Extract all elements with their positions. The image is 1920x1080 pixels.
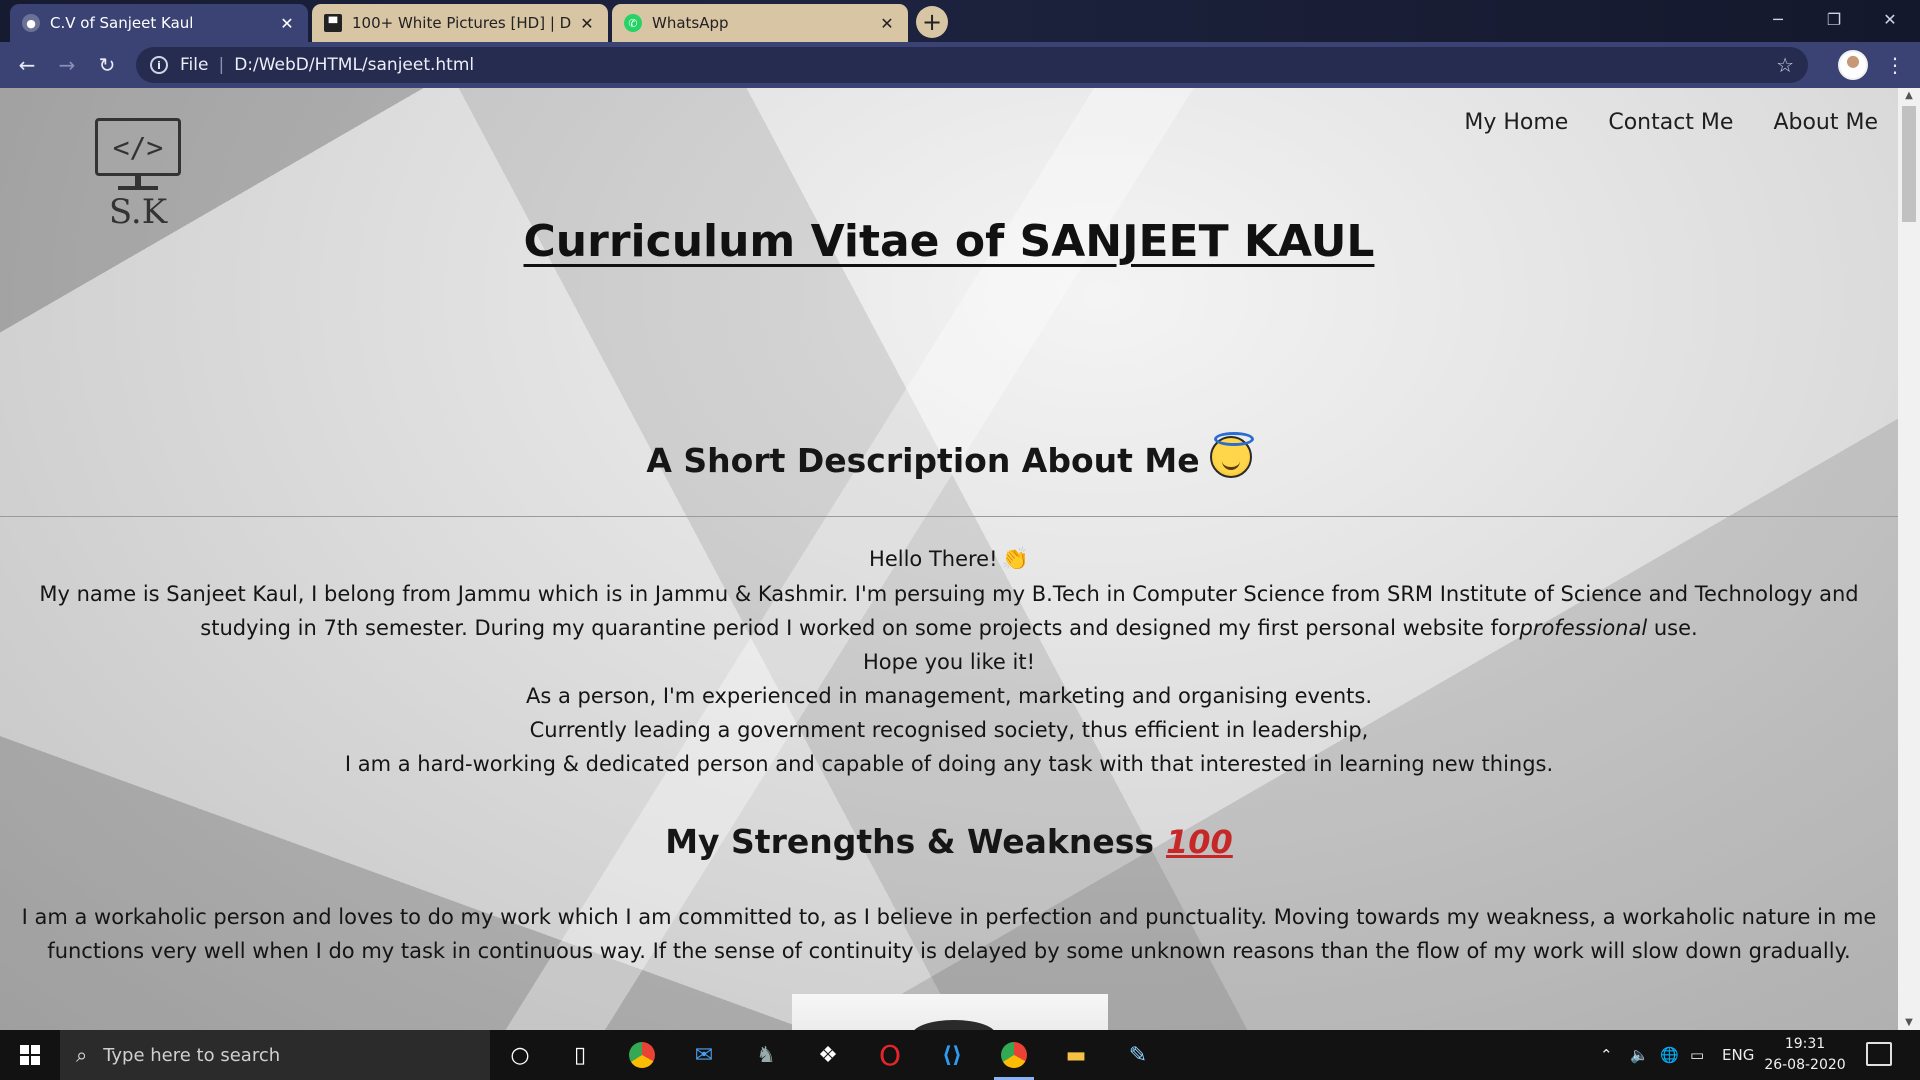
- page-scrollbar[interactable]: ▲ ▼: [1898, 88, 1920, 1030]
- about-paragraph: Hello There! 👏 My name is Sanjeet Kaul, I…: [16, 542, 1882, 781]
- windows-logo-icon: [20, 1045, 40, 1065]
- language-indicator[interactable]: ENG: [1722, 1030, 1754, 1080]
- strengths-paragraph: I am a workaholic person and loves to do…: [21, 905, 1877, 963]
- taskbar-clock[interactable]: 19:31 26-08-2020: [1760, 1034, 1850, 1076]
- chrome-active-icon[interactable]: [994, 1035, 1034, 1080]
- notification-center-icon[interactable]: [1866, 1042, 1892, 1066]
- tray-chevron-icon[interactable]: ⌃: [1600, 1030, 1613, 1080]
- about-line: As a person, I'm experienced in manageme…: [525, 684, 1373, 708]
- chrome-icon[interactable]: [622, 1035, 662, 1075]
- cortana-icon[interactable]: ○: [500, 1035, 540, 1075]
- game-app-icon[interactable]: ♞: [746, 1035, 786, 1075]
- clock-time: 19:31: [1784, 1036, 1826, 1052]
- vscode-icon[interactable]: ⟨⟩: [932, 1035, 972, 1075]
- paint-icon[interactable]: ✎: [1118, 1035, 1158, 1075]
- address-path: D:/WebD/HTML/sanjeet.html: [234, 55, 475, 75]
- file-explorer-icon[interactable]: ▬: [1056, 1035, 1096, 1075]
- search-placeholder: Type here to search: [103, 1044, 281, 1066]
- browser-menu-icon[interactable]: ⋮: [1880, 50, 1910, 80]
- greeting-text: Hello There!: [869, 547, 998, 571]
- reload-icon[interactable]: ↻: [92, 50, 122, 80]
- unsplash-icon: ▀: [324, 14, 342, 32]
- close-tab-icon[interactable]: ✕: [578, 14, 596, 33]
- page-title: Curriculum Vitae of SANJEET KAUL: [523, 216, 1375, 267]
- greeting-line: Hello There! 👏: [16, 542, 1882, 577]
- network-globe-icon[interactable]: 🌐: [1660, 1030, 1679, 1080]
- mail-icon[interactable]: ✉: [684, 1035, 724, 1075]
- opera-icon[interactable]: O: [870, 1035, 910, 1075]
- about-line: Hope you like it!: [863, 650, 1035, 674]
- task-view-icon[interactable]: ▯: [560, 1035, 600, 1075]
- browser-toolbar: ← → ↻ i File | D:/WebD/HTML/sanjeet.html…: [0, 42, 1920, 88]
- battery-icon[interactable]: ▭: [1690, 1030, 1704, 1080]
- tab-title: C.V of Sanjeet Kaul: [50, 14, 194, 32]
- close-window-icon[interactable]: ✕: [1862, 0, 1918, 38]
- close-tab-icon[interactable]: ✕: [278, 14, 296, 33]
- address-scheme: File: [180, 55, 209, 75]
- taskbar-search[interactable]: ⌕ Type here to search: [60, 1030, 490, 1080]
- address-bar[interactable]: i File | D:/WebD/HTML/sanjeet.html ☆: [136, 47, 1808, 83]
- nav-about-me[interactable]: About Me: [1773, 110, 1878, 135]
- profile-avatar[interactable]: [1838, 50, 1868, 80]
- monitor-stand: [135, 176, 141, 186]
- bookmark-star-icon[interactable]: ☆: [1776, 53, 1794, 77]
- start-button[interactable]: [0, 1030, 60, 1080]
- whatsapp-icon: ✆: [624, 14, 642, 32]
- site-logo[interactable]: </> S.K: [92, 118, 184, 232]
- about-heading-text: A Short Description About Me: [646, 441, 1200, 480]
- close-tab-icon[interactable]: ✕: [878, 14, 896, 33]
- hundred-points-emoji-icon: 100: [1166, 823, 1233, 861]
- nav-my-home[interactable]: My Home: [1464, 110, 1568, 135]
- back-arrow-icon[interactable]: ←: [12, 50, 42, 80]
- about-heading: A Short Description About Me: [0, 432, 1898, 480]
- search-icon: ⌕: [76, 1043, 88, 1067]
- tab-whatsapp[interactable]: ✆ WhatsApp ✕: [612, 4, 908, 42]
- smiling-halo-emoji-icon: [1209, 432, 1254, 478]
- strengths-heading: My Strengths & Weakness 100: [0, 822, 1898, 861]
- windows-taskbar: ⌕ Type here to search ○ ▯ ✉ ♞ ❖ O ⟨⟩ ▬ ✎…: [0, 1030, 1920, 1080]
- minimize-icon[interactable]: ─: [1750, 0, 1806, 38]
- scroll-up-icon[interactable]: ▲: [1898, 90, 1920, 101]
- address-separator: |: [218, 55, 225, 75]
- tab-white-pictures[interactable]: ▀ 100+ White Pictures [HD] | Down ✕: [312, 4, 608, 42]
- info-icon[interactable]: i: [150, 56, 168, 74]
- new-tab-button[interactable]: +: [916, 6, 948, 38]
- tab-title: WhatsApp: [652, 14, 729, 32]
- tab-cv-sanjeet-kaul[interactable]: ● C.V of Sanjeet Kaul ✕: [10, 4, 308, 42]
- tab-title: 100+ White Pictures [HD] | Down: [352, 14, 572, 32]
- volume-icon[interactable]: 🔈: [1630, 1030, 1649, 1080]
- about-line: Currently leading a government recognise…: [529, 718, 1369, 742]
- dropbox-icon[interactable]: ❖: [808, 1035, 848, 1075]
- profile-photo: [792, 994, 1108, 1030]
- restore-icon[interactable]: ❐: [1806, 0, 1862, 38]
- section-divider: [0, 516, 1898, 517]
- clock-date: 26-08-2020: [1764, 1057, 1846, 1073]
- top-navigation: My Home Contact Me About Me: [1464, 110, 1878, 135]
- monitor-base: [118, 186, 158, 190]
- globe-icon: ●: [22, 14, 40, 32]
- browser-tab-strip: ● C.V of Sanjeet Kaul ✕ ▀ 100+ White Pic…: [0, 0, 1920, 42]
- scrollbar-thumb[interactable]: [1902, 106, 1916, 222]
- page-viewport: </> S.K My Home Contact Me About Me Curr…: [0, 88, 1898, 1030]
- intro-text-part2: use.: [1647, 616, 1698, 640]
- forward-arrow-icon[interactable]: →: [52, 50, 82, 80]
- intro-emphasis: professional: [1519, 616, 1648, 640]
- scroll-down-icon[interactable]: ▼: [1898, 1017, 1920, 1028]
- intro-text: My name is Sanjeet Kaul, I belong from J…: [16, 577, 1882, 645]
- nav-contact-me[interactable]: Contact Me: [1608, 110, 1733, 135]
- about-line: I am a hard-working & dedicated person a…: [344, 752, 1554, 776]
- clapping-hands-emoji-icon: 👏: [1001, 547, 1029, 572]
- strengths-heading-text: My Strengths & Weakness: [665, 822, 1154, 861]
- monitor-code-icon: </>: [95, 118, 181, 176]
